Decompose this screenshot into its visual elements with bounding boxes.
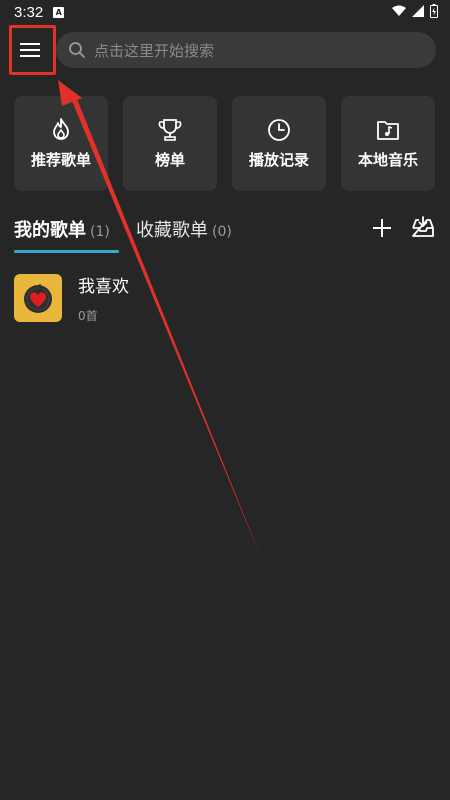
quick-tiles: 推荐歌单 榜单 播放记录 本地音乐 [14, 96, 436, 191]
battery-icon [430, 4, 438, 18]
tile-label: 榜单 [154, 151, 185, 169]
tile-local-music[interactable]: 本地音乐 [341, 96, 435, 191]
tab-label: 我的歌单 [14, 220, 86, 241]
tile-charts[interactable]: 榜单 [123, 96, 217, 191]
tab-indicator [14, 250, 119, 253]
annotation-highlight-box [9, 25, 56, 75]
tab-label: 收藏歌单 [136, 220, 208, 241]
add-playlist-button[interactable] [370, 216, 394, 240]
tab-count: (1) [90, 224, 110, 240]
playlist-tabs: 我的歌单 (1) 收藏歌单 (0) [14, 216, 436, 256]
playlist-item[interactable]: 我喜欢 0首 [14, 272, 436, 324]
playlist-text: 我喜欢 0首 [78, 272, 129, 324]
tile-label: 推荐歌单 [30, 151, 91, 169]
notification-icon: A [53, 6, 65, 18]
tile-label: 播放记录 [248, 151, 309, 169]
heart-record-icon [24, 284, 52, 313]
tile-recommended-playlists[interactable]: 推荐歌单 [14, 96, 108, 191]
playlist-name: 我喜欢 [78, 277, 129, 297]
inbox-download-icon [412, 216, 434, 237]
plus-icon [373, 219, 391, 237]
clock-icon [268, 119, 290, 141]
flame-icon [53, 118, 69, 140]
status-icons [392, 4, 438, 18]
trophy-icon [158, 119, 182, 141]
tab-my-playlists[interactable]: 我的歌单 (1) [14, 216, 110, 242]
search-input[interactable]: 点击这里开始搜索 [56, 32, 436, 68]
status-time: 3:32 [14, 3, 44, 21]
playlist-cover [14, 274, 62, 322]
playlist-song-count: 0首 [78, 309, 98, 323]
search-placeholder: 点击这里开始搜索 [94, 41, 215, 60]
wifi-icon [392, 5, 406, 16]
status-bar: 3:32 A [0, 0, 450, 24]
music-folder-icon [377, 121, 399, 140]
tab-count: (0) [212, 224, 232, 240]
search-icon [69, 42, 85, 58]
tile-play-history[interactable]: 播放记录 [232, 96, 326, 191]
tile-label: 本地音乐 [357, 151, 418, 169]
import-playlist-button[interactable] [410, 214, 436, 240]
tab-favorite-playlists[interactable]: 收藏歌单 (0) [136, 216, 232, 242]
signal-icon [412, 5, 424, 17]
